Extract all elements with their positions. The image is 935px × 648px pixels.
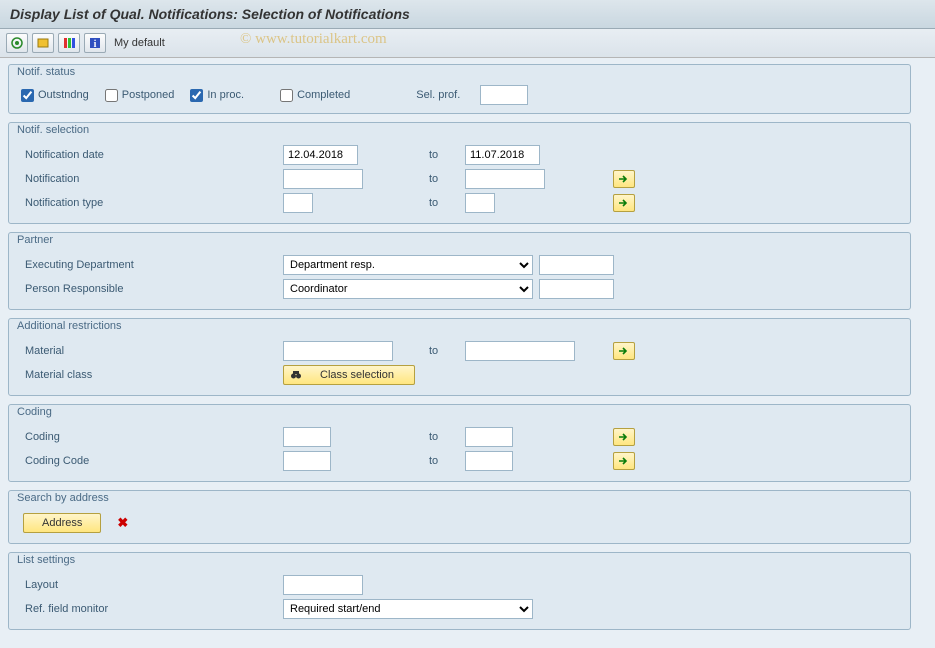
checkbox-outstanding-label: Outstndng [38,89,89,101]
my-default-label[interactable]: My default [114,37,165,49]
group-notif-status: Notif. status Outstndng Postponed In pro… [8,64,911,114]
person-resp-label: Person Responsible [17,283,123,295]
exec-dept-label: Executing Department [17,259,134,271]
address-button-label: Address [42,517,82,529]
to-label: to [429,149,459,161]
notif-date-label: Notification date [17,149,104,161]
watermark: © www.tutorialkart.com [240,31,387,48]
coding-label: Coding [17,431,60,443]
coding-code-from-input[interactable] [283,451,331,471]
notification-from-input[interactable] [283,169,363,189]
sel-prof-input[interactable] [480,85,528,105]
checkbox-completed-label: Completed [297,89,350,101]
material-class-label: Material class [17,369,92,381]
binoculars-icon [290,369,302,381]
checkbox-outstanding[interactable]: Outstndng [21,89,89,102]
group-title-additional: Additional restrictions [15,318,124,336]
layout-label: Layout [17,579,58,591]
notif-type-from-input[interactable] [283,193,313,213]
multiple-selection-material-button[interactable] [613,342,635,360]
to-label: to [429,455,459,467]
person-resp-input[interactable] [539,279,614,299]
arrow-right-icon [618,346,630,356]
toolbar: i My default © www.tutorialkart.com [0,29,935,58]
material-to-input[interactable] [465,341,575,361]
notification-to-input[interactable] [465,169,545,189]
checkbox-outstanding-input[interactable] [21,89,34,102]
coding-code-label: Coding Code [17,455,89,467]
info-button[interactable]: i [84,33,106,53]
group-title-status: Notif. status [15,64,77,82]
material-from-input[interactable] [283,341,393,361]
notif-date-from-input[interactable] [283,145,358,165]
group-list-settings: List settings Layout Ref. field monitor … [8,552,911,630]
coding-from-input[interactable] [283,427,331,447]
group-search-address: Search by address Address ✖ [8,490,911,544]
exec-dept-select[interactable]: Department resp. [283,255,533,275]
checkbox-in-process-label: In proc. [207,89,244,101]
arrow-right-icon [618,174,630,184]
multiple-selection-notification-button[interactable] [613,170,635,188]
group-partner: Partner Executing Department Department … [8,232,911,310]
ref-field-monitor-select[interactable]: Required start/end [283,599,533,619]
multiple-selection-coding-button[interactable] [613,428,635,446]
notif-type-to-input[interactable] [465,193,495,213]
exec-dept-input[interactable] [539,255,614,275]
coding-to-input[interactable] [465,427,513,447]
checkbox-postponed-label: Postponed [122,89,175,101]
page-title: Display List of Qual. Notifications: Sel… [0,0,935,29]
sel-prof-label: Sel. prof. [416,89,480,101]
group-title-address: Search by address [15,490,111,508]
variant-get-button[interactable] [32,33,54,53]
group-additional-restrictions: Additional restrictions Material to Mate… [8,318,911,396]
notif-type-label: Notification type [17,197,103,209]
arrow-right-icon [618,198,630,208]
group-notif-selection: Notif. selection Notification date to No… [8,122,911,224]
layout-input[interactable] [283,575,363,595]
checkbox-completed-input[interactable] [280,89,293,102]
to-label: to [429,345,459,357]
checkbox-postponed[interactable]: Postponed [105,89,175,102]
to-label: to [429,197,459,209]
multiple-selection-type-button[interactable] [613,194,635,212]
svg-text:i: i [94,39,97,50]
checkbox-completed[interactable]: Completed [280,89,350,102]
coding-code-to-input[interactable] [465,451,513,471]
group-coding: Coding Coding to Coding Code to [8,404,911,482]
material-label: Material [17,345,64,357]
class-selection-label: Class selection [320,369,394,381]
group-title-list: List settings [15,552,77,570]
multiple-selection-coding-code-button[interactable] [613,452,635,470]
class-selection-button[interactable]: Class selection [283,365,415,385]
checkbox-postponed-input[interactable] [105,89,118,102]
to-label: to [429,431,459,443]
group-title-selection: Notif. selection [15,122,91,140]
address-button[interactable]: Address [23,513,101,533]
arrow-right-icon [618,432,630,442]
selection-options-button[interactable] [58,33,80,53]
notif-date-to-input[interactable] [465,145,540,165]
ref-field-monitor-label: Ref. field monitor [17,603,108,615]
content-area: Notif. status Outstndng Postponed In pro… [0,58,935,648]
delete-address-icon[interactable]: ✖ [117,515,128,531]
arrow-right-icon [618,456,630,466]
group-title-partner: Partner [15,232,55,250]
checkbox-in-process-input[interactable] [190,89,203,102]
execute-button[interactable] [6,33,28,53]
person-resp-select[interactable]: Coordinator [283,279,533,299]
notification-label: Notification [17,173,79,185]
checkbox-in-process[interactable]: In proc. [190,89,244,102]
group-title-coding: Coding [15,404,54,422]
to-label: to [429,173,459,185]
